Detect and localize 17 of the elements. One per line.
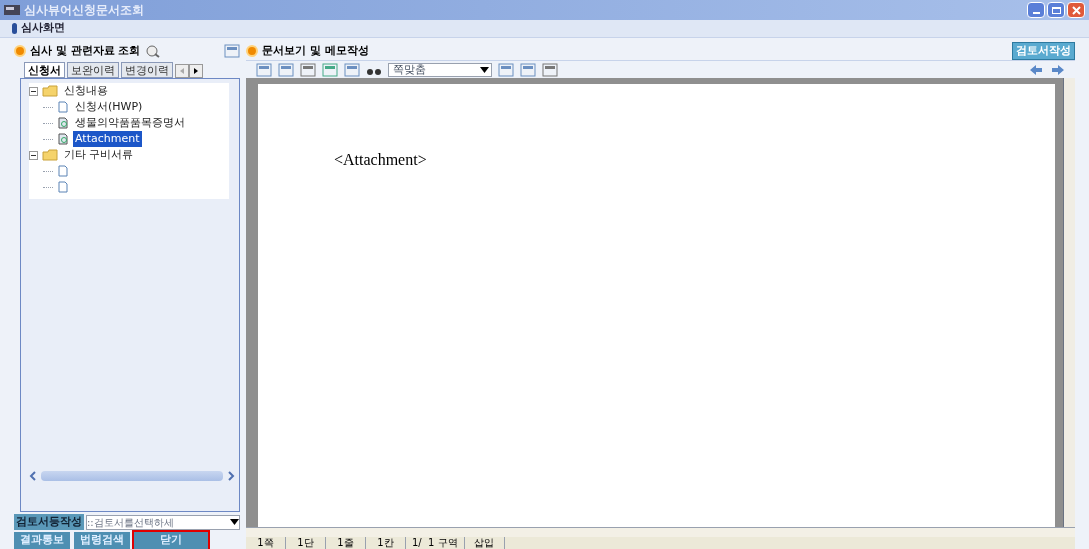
section-title: 심사화면	[21, 20, 65, 37]
field-label: 검토서등작성	[14, 513, 84, 531]
status-field: 1줄	[326, 537, 366, 549]
panel-title: 문서보기 및 메모작성	[262, 42, 369, 59]
status-field: 1칸	[366, 537, 406, 549]
tab[interactable]: 보완이력	[67, 62, 119, 78]
review-select[interactable]: ::검토서를선택하세	[86, 514, 240, 530]
tab[interactable]: 변경이력	[121, 62, 173, 78]
status-field: 1쪽	[246, 537, 286, 549]
window-title: 심사뷰어신청문서조회	[24, 2, 144, 19]
zoom-select[interactable]: 쪽맞춤	[388, 62, 492, 77]
document-text: <Attachment>	[334, 151, 427, 168]
panel-title: 심사 및 관련자료 조회	[30, 42, 141, 59]
tab[interactable]: 신청서	[24, 62, 65, 78]
status-field: 1단	[286, 537, 326, 549]
status-field: 1/ 1 구역	[406, 537, 465, 549]
status-field: 삽입	[464, 537, 505, 549]
